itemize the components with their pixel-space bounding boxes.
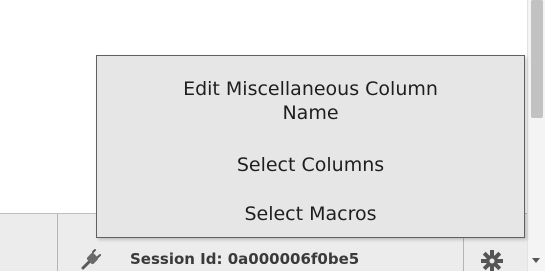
chevron-down-icon[interactable] xyxy=(532,258,540,263)
menu-item-select-columns[interactable]: Select Columns xyxy=(97,153,524,177)
menu-item-edit-misc-column-name[interactable]: Edit Miscellaneous Column Name xyxy=(97,77,524,125)
app-viewport: Session Id: 0a000006f0be5 Edit Miscellan… xyxy=(0,0,545,271)
gear-icon[interactable] xyxy=(479,248,505,271)
session-id-label: Session Id: 0a000006f0be5 xyxy=(130,250,360,268)
menu-item-label-line2: Name xyxy=(282,102,339,124)
scrollbar-thumb[interactable] xyxy=(531,0,543,118)
plug-icon xyxy=(81,249,101,270)
context-menu: Edit Miscellaneous Column Name Select Co… xyxy=(96,55,525,238)
menu-item-select-macros[interactable]: Select Macros xyxy=(97,202,524,226)
vertical-scrollbar[interactable] xyxy=(527,0,545,271)
menu-item-label: Edit Miscellaneous Column xyxy=(183,78,438,100)
